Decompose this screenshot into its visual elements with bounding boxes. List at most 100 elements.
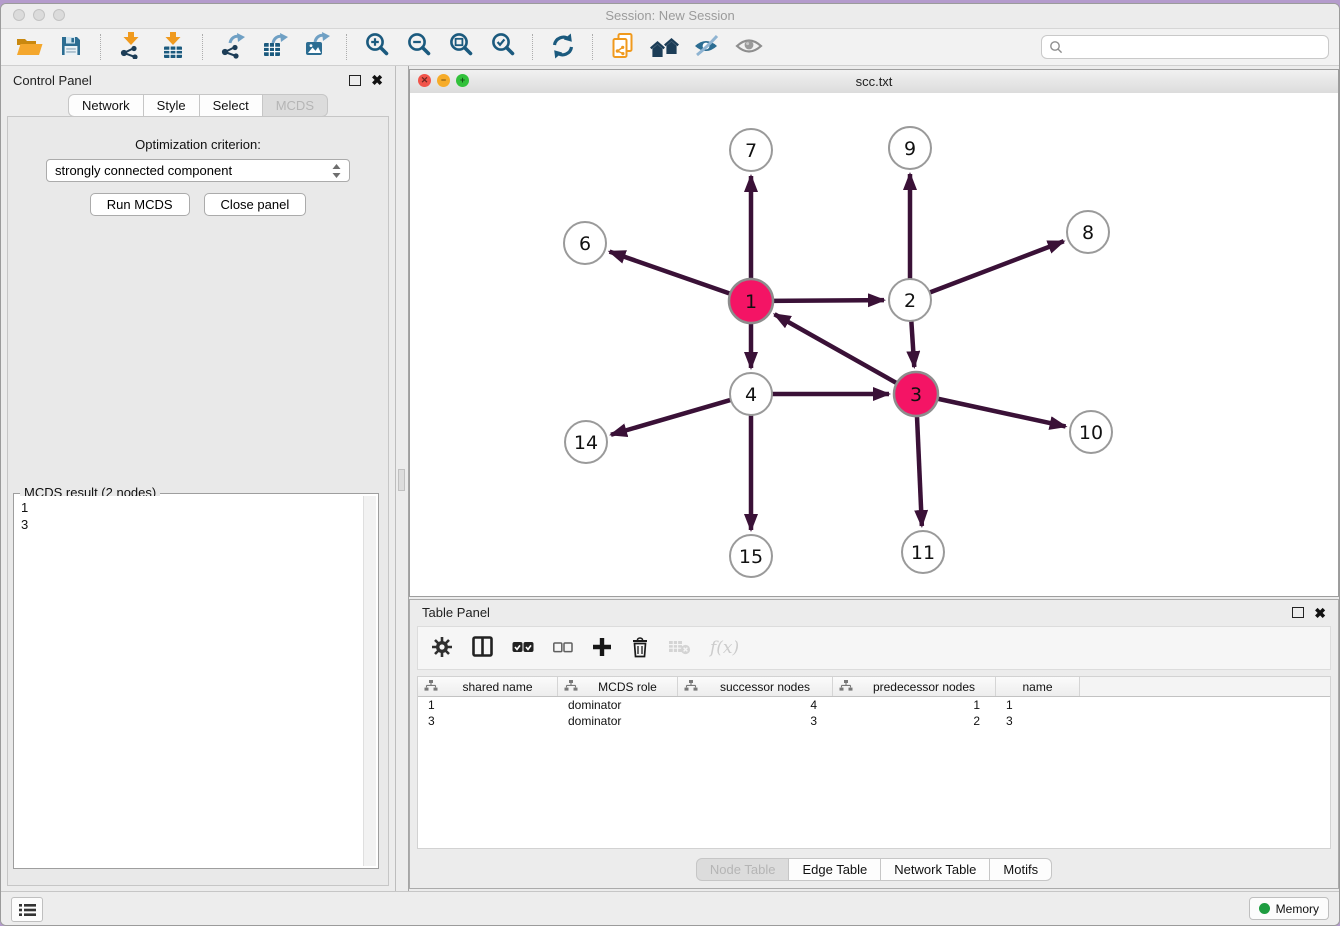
network-close-button[interactable]: ✕ <box>418 74 431 87</box>
save-session-button[interactable] <box>53 32 89 62</box>
clear-selection-icon <box>553 641 573 656</box>
zoom-fit-icon <box>448 32 475 62</box>
tab-network[interactable]: Network <box>68 94 144 117</box>
main-toolbar-groups <box>11 32 767 62</box>
export-image-button[interactable] <box>299 32 335 62</box>
edge-2-8[interactable] <box>928 241 1064 293</box>
optimization-criterion-dropdown[interactable]: strongly connected component <box>46 159 350 182</box>
node-9[interactable]: 9 <box>889 127 931 169</box>
tab-node-table[interactable]: Node Table <box>696 858 790 881</box>
table-header-row: shared nameMCDS rolesuccessor nodesprede… <box>418 677 1330 697</box>
right-column: ✕ − + scc.txt 7968124314101511 Table Pan… <box>409 66 1339 892</box>
table-row[interactable]: 1dominator411 <box>418 697 1330 713</box>
mcds-tab-content: Optimization criterion: strongly connect… <box>7 116 389 886</box>
tab-select[interactable]: Select <box>199 94 263 117</box>
tab-network-table[interactable]: Network Table <box>880 858 990 881</box>
status-bar: Memory <box>1 891 1339 925</box>
column-header-predecessor-nodes[interactable]: predecessor nodes <box>833 677 996 696</box>
float-panel-icon[interactable] <box>349 75 361 86</box>
main-toolbar <box>1 29 1339 66</box>
clear-selection-button[interactable] <box>553 641 573 656</box>
minimize-window-button[interactable] <box>33 9 45 21</box>
node-14[interactable]: 14 <box>565 421 607 463</box>
node-7[interactable]: 7 <box>730 129 772 171</box>
edge-2-3[interactable] <box>911 319 914 367</box>
edge-3-11[interactable] <box>917 414 922 526</box>
hide-graphics-details-button[interactable] <box>689 32 725 62</box>
zoom-in-button[interactable] <box>359 32 395 62</box>
zoom-window-button[interactable] <box>53 9 65 21</box>
import-network-icon <box>119 32 143 62</box>
column-header-MCDS-role[interactable]: MCDS role <box>558 677 678 696</box>
node-1[interactable]: 1 <box>729 279 773 323</box>
search-box[interactable] <box>1041 35 1329 59</box>
run-mcds-button[interactable]: Run MCDS <box>90 193 190 216</box>
zoom-fit-button[interactable] <box>443 32 479 62</box>
toolbar-separator <box>202 34 204 60</box>
node-8[interactable]: 8 <box>1067 211 1109 253</box>
cell: 3 <box>418 714 558 728</box>
network-maximize-button[interactable]: + <box>456 74 469 87</box>
tab-motifs[interactable]: Motifs <box>989 858 1052 881</box>
zoom-selected-button[interactable] <box>485 32 521 62</box>
select-all-icon <box>512 641 534 656</box>
node-11[interactable]: 11 <box>902 531 944 573</box>
panel-divider[interactable] <box>396 66 409 892</box>
divider-handle[interactable] <box>398 469 405 491</box>
node-6[interactable]: 6 <box>564 222 606 264</box>
close-table-panel-icon[interactable]: ✖ <box>1314 606 1326 620</box>
export-table-button[interactable] <box>257 32 293 62</box>
node-10[interactable]: 10 <box>1070 411 1112 453</box>
function-builder-button: f(x) <box>710 638 739 658</box>
home-view-button[interactable] <box>647 32 683 62</box>
dropdown-stepper-icon <box>332 164 341 178</box>
result-scrollbar[interactable] <box>363 496 376 866</box>
node-3[interactable]: 3 <box>894 372 938 416</box>
network-minimize-button[interactable]: − <box>437 74 450 87</box>
open-file-button[interactable] <box>11 32 47 62</box>
memory-button[interactable]: Memory <box>1249 897 1329 920</box>
refresh-network-icon <box>550 33 576 62</box>
refresh-network-button[interactable] <box>545 32 581 62</box>
table-row[interactable]: 3dominator323 <box>418 713 1330 729</box>
close-panel-button[interactable]: Close panel <box>204 193 307 216</box>
import-table-button[interactable] <box>155 32 191 62</box>
show-graphics-details-icon <box>735 37 763 58</box>
edge-1-2[interactable] <box>771 300 884 301</box>
mcds-result-text[interactable]: 1 3 <box>16 496 363 866</box>
node-15[interactable]: 15 <box>730 535 772 577</box>
open-file-icon <box>16 35 43 60</box>
import-network-button[interactable] <box>113 32 149 62</box>
task-history-button[interactable] <box>11 897 43 922</box>
close-panel-icon[interactable]: ✖ <box>371 73 383 87</box>
edge-3-1[interactable] <box>775 314 899 384</box>
edge-3-10[interactable] <box>936 398 1066 426</box>
export-network-button[interactable] <box>215 32 251 62</box>
search-input[interactable] <box>1068 39 1321 56</box>
clone-network-button[interactable] <box>605 32 641 62</box>
zoom-out-button[interactable] <box>401 32 437 62</box>
window-controls <box>13 9 65 21</box>
node-2[interactable]: 2 <box>889 279 931 321</box>
tab-mcds[interactable]: MCDS <box>262 94 328 117</box>
delete-column-button[interactable] <box>631 636 649 661</box>
tab-edge-table[interactable]: Edge Table <box>788 858 881 881</box>
network-canvas[interactable]: 7 9 6 8 1 2 4 3 14 10 15 11 <box>410 93 1338 596</box>
show-columns-button[interactable] <box>472 636 493 660</box>
table-settings-button[interactable] <box>431 636 453 661</box>
tab-style[interactable]: Style <box>143 94 200 117</box>
add-column-button[interactable] <box>592 637 612 660</box>
function-builder-icon: f(x) <box>710 638 739 658</box>
column-header-successor-nodes[interactable]: successor nodes <box>678 677 833 696</box>
column-header-name[interactable]: name <box>996 677 1080 696</box>
show-graphics-details-button[interactable] <box>731 32 767 62</box>
svg-text:7: 7 <box>745 140 757 162</box>
float-table-panel-icon[interactable] <box>1292 607 1304 618</box>
edge-1-6[interactable] <box>610 252 733 295</box>
close-window-button[interactable] <box>13 9 25 21</box>
column-header-shared-name[interactable]: shared name <box>418 677 558 696</box>
search-icon <box>1049 40 1063 54</box>
edge-4-14[interactable] <box>611 399 733 434</box>
select-all-button[interactable] <box>512 641 534 656</box>
node-4[interactable]: 4 <box>730 373 772 415</box>
